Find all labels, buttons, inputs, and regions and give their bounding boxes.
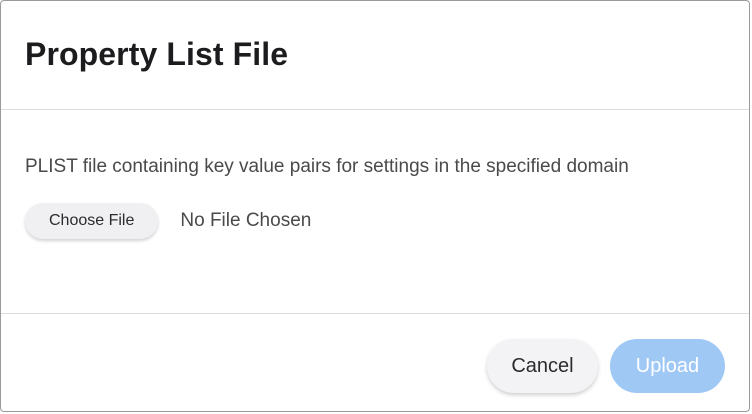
- dialog-body: PLIST file containing key value pairs fo…: [1, 110, 749, 314]
- dialog-header: Property List File: [1, 1, 749, 110]
- footer-actions: Cancel Upload: [487, 339, 725, 393]
- dialog-title: Property List File: [25, 36, 289, 72]
- dialog-footer: Cancel Upload: [1, 313, 749, 411]
- cancel-button[interactable]: Cancel: [487, 339, 598, 393]
- choose-file-button[interactable]: Choose File: [25, 203, 159, 239]
- file-status-text: No File Chosen: [180, 210, 312, 231]
- dialog-description: PLIST file containing key value pairs fo…: [25, 156, 629, 177]
- property-list-dialog: Property List File PLIST file containing…: [0, 0, 750, 412]
- upload-button[interactable]: Upload: [610, 339, 725, 393]
- file-input-row: Choose File No File Chosen: [25, 203, 311, 239]
